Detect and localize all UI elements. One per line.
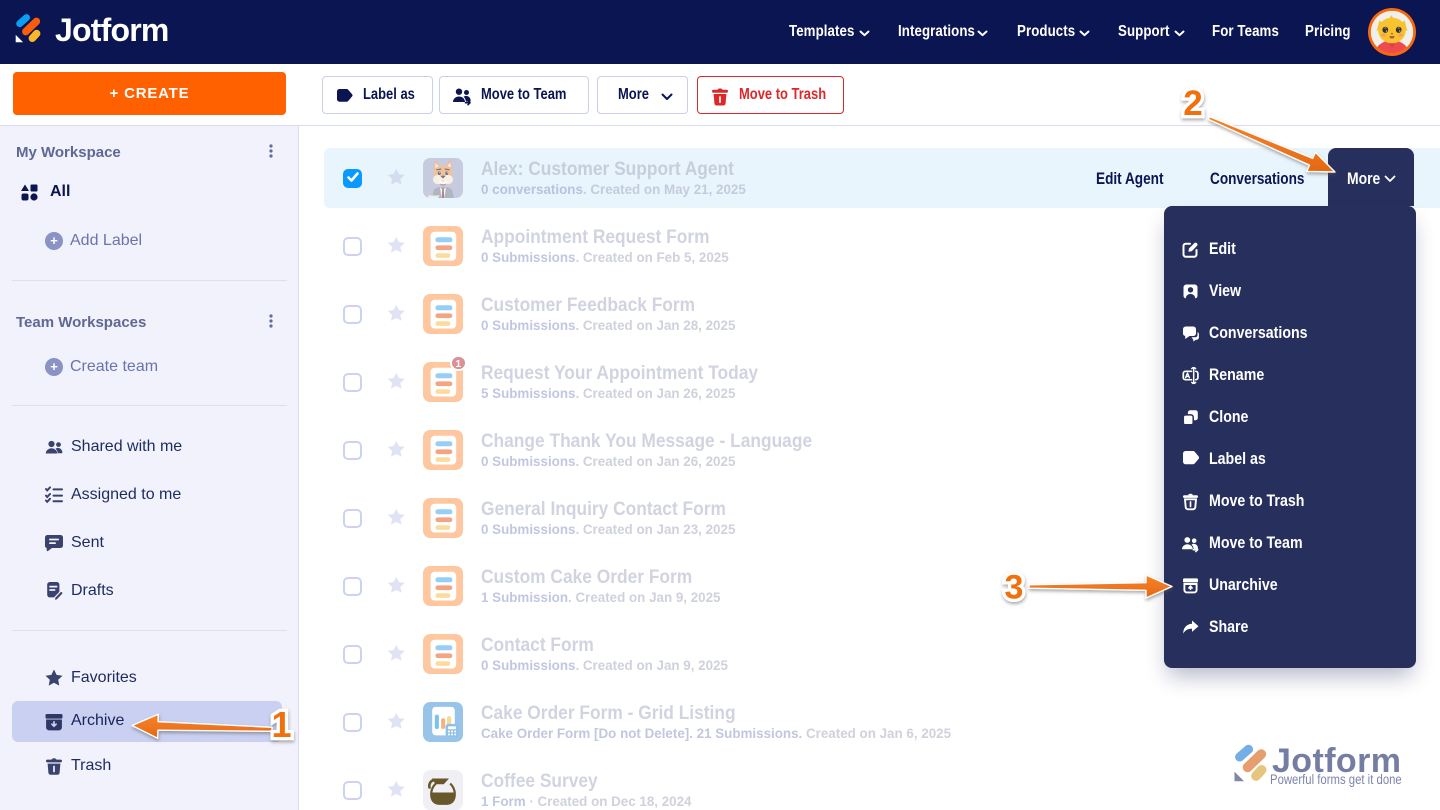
svg-text:3: 3 [1005, 569, 1024, 607]
svg-text:2: 2 [1183, 84, 1202, 123]
